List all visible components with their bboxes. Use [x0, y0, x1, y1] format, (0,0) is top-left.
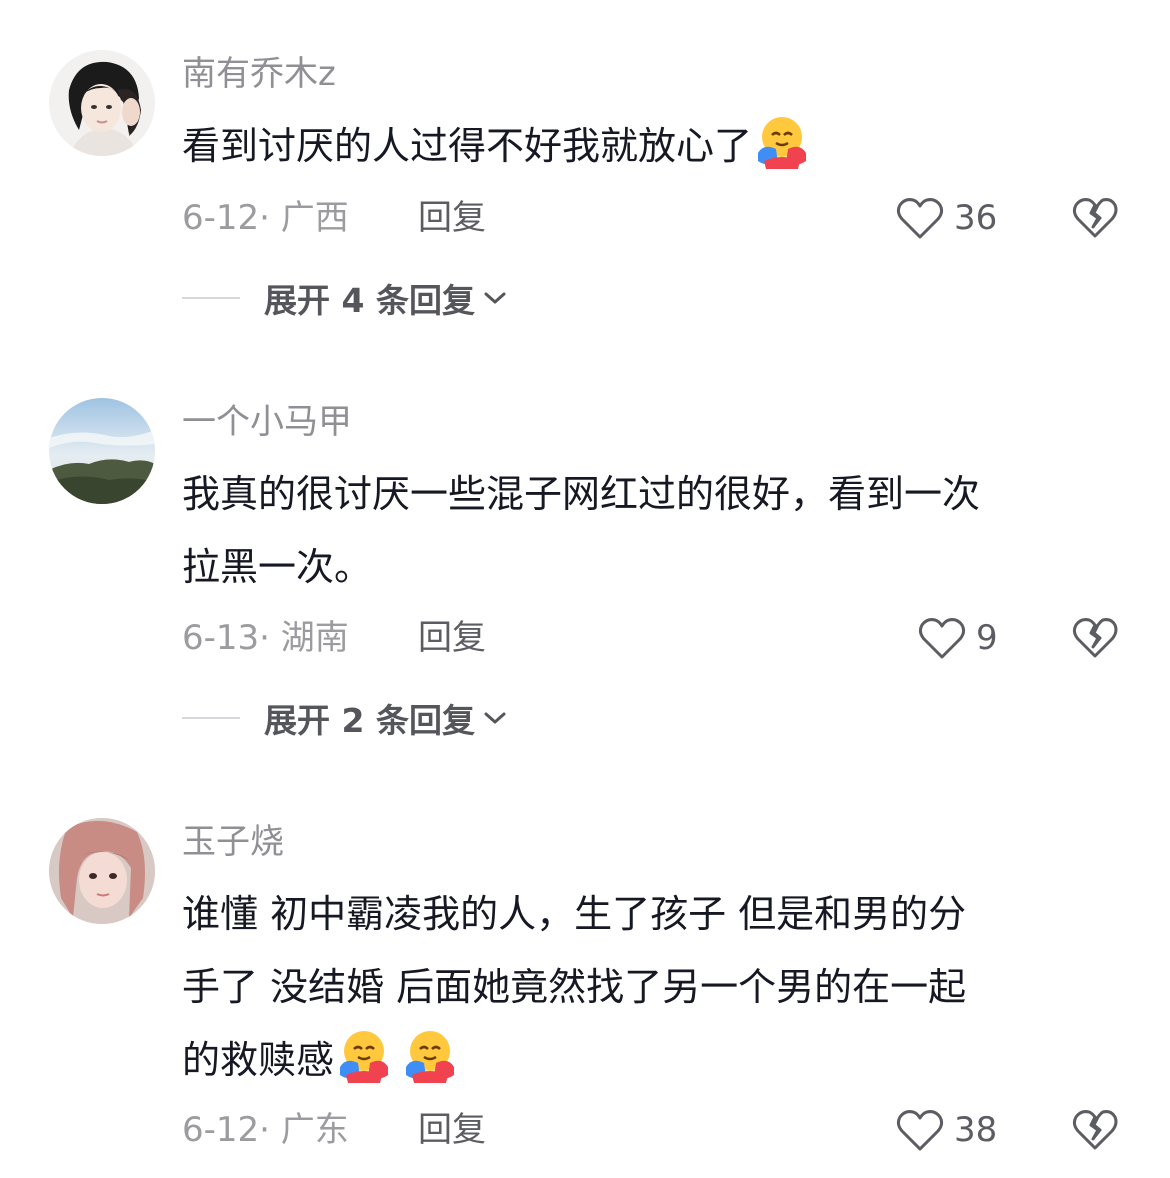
- avatar[interactable]: [49, 818, 155, 924]
- heart-icon: [896, 1110, 944, 1151]
- like-count: 38: [954, 1110, 998, 1150]
- comment-line: 手了 没结婚 后面她竟然找了另一个男的在一起: [182, 965, 967, 1009]
- username[interactable]: 玉子烧: [182, 820, 284, 864]
- hugging-face-icon: [340, 1031, 389, 1083]
- comment-meta: 6-12· 广东: [182, 1110, 349, 1150]
- comment-line: 的救赎感: [182, 1024, 1122, 1097]
- comment-text: 谁懂 初中霸凌我的人，生了孩子 但是和男的分 手了 没结婚 后面她竟然找了另一个…: [182, 878, 1122, 1097]
- like-button[interactable]: 38: [896, 1104, 997, 1156]
- comment-item: 玉子烧 谁懂 初中霸凌我的人，生了孩子 但是和男的分 手了 没结婚 后面她竟然找…: [0, 0, 1170, 1178]
- reply-button[interactable]: 回复: [418, 1106, 486, 1154]
- broken-heart-icon[interactable]: [1072, 1106, 1118, 1152]
- hugging-face-icon: [406, 1031, 455, 1083]
- comment-line: 谁懂 初中霸凌我的人，生了孩子 但是和男的分: [182, 892, 967, 936]
